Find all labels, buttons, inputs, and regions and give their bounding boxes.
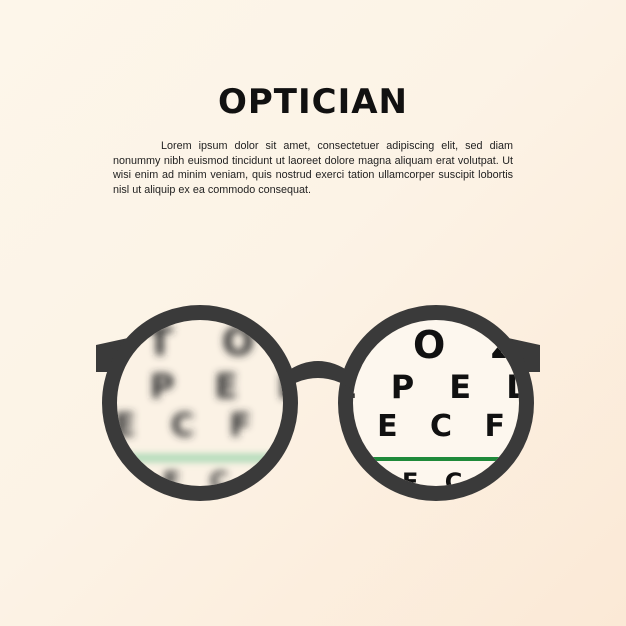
- left-lens: T O Z L P E D P E C F D E D F C Z P: [117, 320, 283, 486]
- chart-row-2: L P E D: [335, 368, 545, 406]
- eyeglasses-illustration: T O Z L P E D P E C F D E D F C Z P T O …: [96, 305, 545, 501]
